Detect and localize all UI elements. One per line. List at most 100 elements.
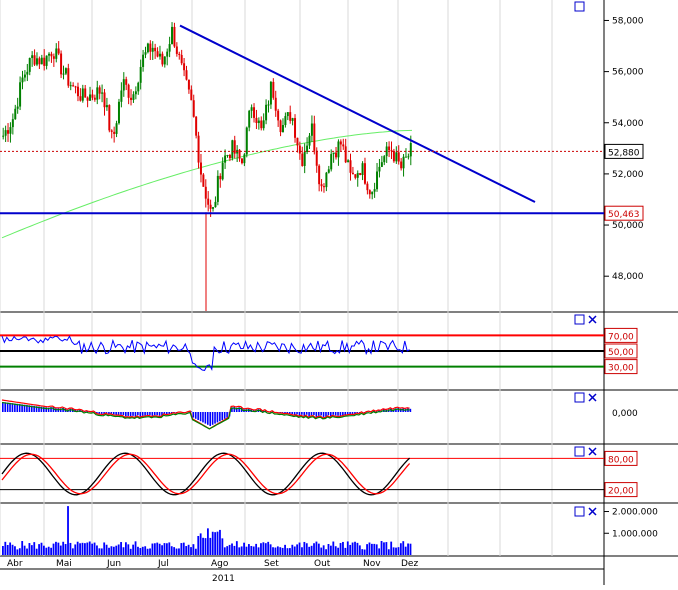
maximize-icon — [574, 1, 585, 12]
macd-histogram-bar — [207, 412, 209, 425]
candle-body — [303, 152, 306, 166]
volume-bar — [407, 543, 409, 555]
volume-bar — [373, 543, 376, 555]
volume-bar — [156, 542, 159, 555]
candle-body — [366, 183, 369, 191]
macd-zero-label: 0,000 — [612, 409, 638, 419]
candle-body — [45, 55, 48, 66]
volume-bar — [279, 547, 282, 555]
candle-body — [168, 44, 171, 52]
volume-bar — [2, 545, 4, 555]
volume-bar — [202, 537, 204, 555]
candle-body — [93, 97, 96, 100]
candle-body — [332, 152, 335, 155]
macd-histogram-bar — [134, 412, 137, 417]
candle-body — [212, 207, 215, 209]
volume-bar — [223, 547, 226, 555]
volume-bar — [127, 544, 130, 555]
macd-histogram-bar — [351, 412, 354, 415]
candle-body — [23, 74, 26, 78]
macd-histogram-bar — [327, 412, 330, 416]
candle-body — [62, 73, 65, 75]
candle-body — [308, 135, 311, 146]
candle-body — [409, 143, 412, 157]
volume-bar — [129, 548, 132, 555]
macd-histogram-bar — [100, 412, 103, 414]
candle-body — [214, 201, 217, 208]
candle-body — [291, 118, 294, 121]
volume-bar — [252, 546, 255, 555]
candle-body — [262, 120, 265, 129]
candle-body — [226, 154, 229, 156]
candle-body — [115, 123, 118, 134]
macd-histogram-bar — [127, 412, 130, 416]
candle-body — [139, 66, 142, 83]
rsi-panel: 70,00 50,00 30,00 — [0, 327, 638, 375]
candle-body — [245, 127, 248, 155]
macd-panel: 0,000 — [1, 399, 638, 430]
macd-histogram-bar — [214, 412, 216, 424]
month-label: Dez — [401, 559, 418, 569]
candle-body — [38, 58, 41, 65]
candle-body — [161, 53, 164, 65]
volume-bar — [385, 542, 388, 555]
volume-bar — [392, 547, 395, 555]
month-label: Mai — [56, 559, 72, 569]
volume-bar — [291, 544, 294, 555]
candle-body — [395, 152, 398, 162]
candle-body — [76, 86, 79, 97]
volume-bar — [81, 542, 84, 555]
candle-body — [52, 56, 55, 59]
macd-histogram-bar — [337, 412, 339, 416]
candle-body — [373, 189, 376, 192]
volume-bar — [115, 545, 118, 555]
candle-body — [337, 141, 340, 158]
candle-body — [125, 79, 128, 85]
volume-bar — [363, 549, 366, 555]
volume-bar — [21, 541, 24, 555]
candle-body — [221, 162, 224, 180]
last-price-label: 52,880 — [608, 148, 640, 158]
volume-bar — [173, 547, 176, 555]
candle-body — [400, 161, 403, 169]
volume-bar — [233, 545, 236, 555]
macd-histogram-bar — [132, 412, 134, 416]
candle-body — [361, 163, 364, 176]
volume-bar — [11, 544, 14, 555]
volume-bar — [67, 506, 69, 555]
macd-histogram-bar — [296, 412, 298, 415]
candle-body — [86, 97, 89, 101]
volume-bar — [18, 548, 21, 555]
candle-body — [380, 162, 383, 167]
volume-panel: 2.000.000 1.000.000 — [2, 506, 658, 555]
macd-histogram-bar — [305, 412, 308, 415]
macd-histogram-bar — [122, 412, 125, 416]
candle-body — [117, 101, 120, 124]
macd-histogram-bar — [151, 412, 154, 416]
close-icon — [588, 315, 597, 324]
macd-histogram-bar — [209, 412, 212, 426]
candle-body — [183, 63, 186, 71]
macd-histogram-bar — [120, 412, 122, 415]
macd-histogram-bar — [125, 412, 127, 417]
candle-body — [371, 191, 374, 195]
volume-bar — [98, 548, 101, 555]
macd-histogram-bar — [137, 412, 139, 416]
volume-bar — [327, 544, 330, 555]
chart-canvas: 48,000 50,000 52,000 54,000 56,000 58,000 52,8… — [0, 0, 678, 585]
month-label: Out — [314, 559, 331, 569]
macd-histogram-bar — [153, 412, 156, 416]
volume-bar — [272, 547, 274, 555]
candle-body — [127, 84, 130, 98]
candle-body — [260, 120, 263, 129]
volume-bar — [168, 542, 171, 555]
volume-bar — [330, 545, 332, 555]
candle-body — [209, 204, 212, 209]
volume-bar — [6, 545, 9, 555]
candle-body — [163, 56, 166, 65]
candle-body — [166, 51, 169, 57]
volume-bar — [108, 547, 110, 555]
volume-bar — [50, 547, 53, 555]
volume-bar — [274, 547, 277, 555]
macd-histogram-bar — [339, 412, 342, 416]
